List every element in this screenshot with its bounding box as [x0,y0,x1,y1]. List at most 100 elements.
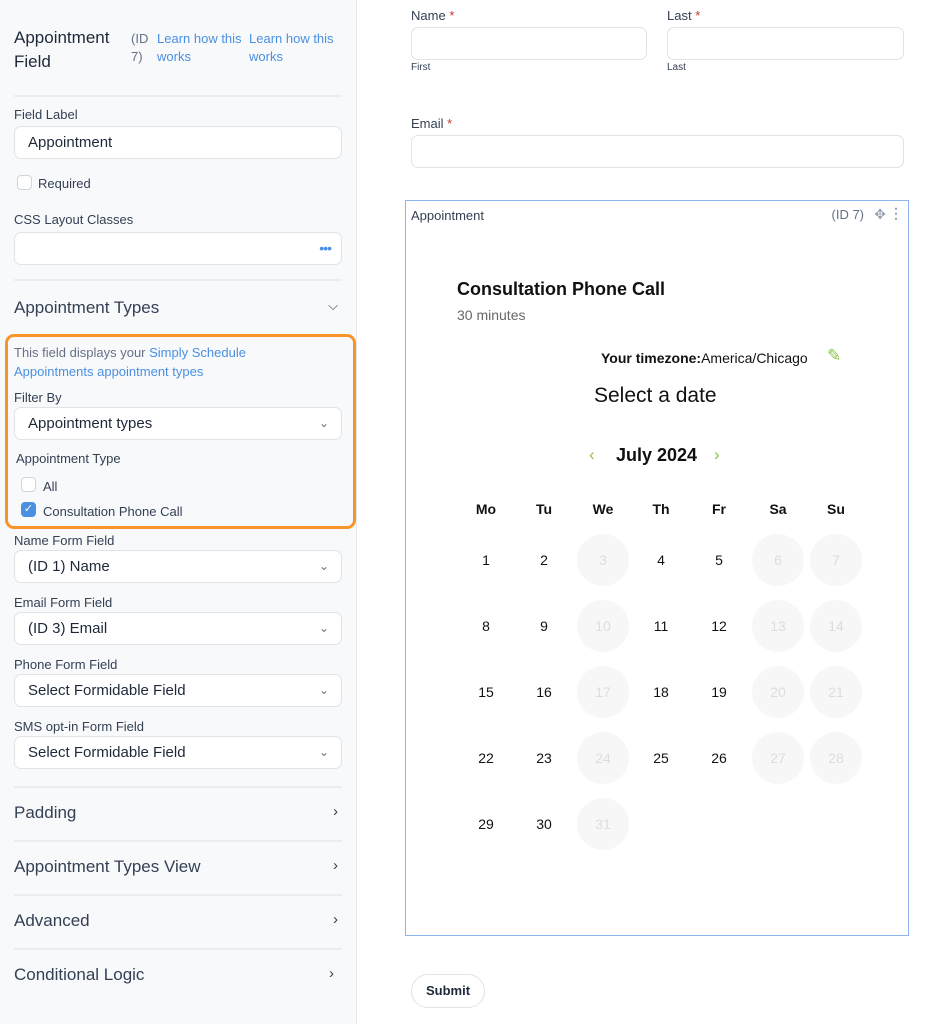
chevron-right-icon: › [329,965,334,982]
calendar-day[interactable]: 8 [460,600,512,652]
section-appointment-types-view[interactable]: Appointment Types View › [14,857,342,877]
divider [14,279,342,281]
calendar-day[interactable]: 22 [460,732,512,784]
consultation-checkbox[interactable]: ✓ [21,502,36,517]
first-sublabel: First [411,62,431,73]
section-conditional-logic[interactable]: Conditional Logic › [14,965,342,985]
email-form-field-select[interactable]: (ID 3) Email ⌄ [14,612,342,645]
appointment-label: Appointment [411,208,484,223]
month-label: July 2024 [616,445,698,465]
chevron-down-icon: ⌄ [318,416,329,430]
calendar-day[interactable]: 1 [460,534,512,586]
weekday-header: Mo [475,501,497,517]
chevron-down-icon: ⌄ [318,621,329,635]
chevron-right-icon: › [333,911,338,928]
field-title: Appointment Field [14,28,110,71]
calendar-day: 7 [810,534,862,586]
calendar-day: 13 [752,600,804,652]
all-checkbox[interactable] [21,477,36,492]
last-sublabel: Last [667,62,686,73]
calendar-day[interactable]: 16 [518,666,570,718]
name-form-field-label: Name Form Field [14,533,115,548]
calendar-day[interactable]: 15 [460,666,512,718]
calendar-day: 14 [810,600,862,652]
select-value: (ID 3) Email [28,620,108,637]
submit-button[interactable]: Submit [411,974,485,1008]
chevron-left-icon[interactable]: ‹ [589,445,595,465]
weekday-header: We [592,501,614,517]
divider [14,948,342,950]
move-icon[interactable]: ✥ [874,206,886,223]
appointment-types-intro: This field displays your Simply Schedule… [14,343,314,381]
calendar-day[interactable]: 23 [518,732,570,784]
calendar-day: 24 [577,732,629,784]
required-checkbox[interactable] [17,175,32,190]
last-name-input[interactable] [667,27,904,60]
chevron-down-icon: ⌵ [328,298,338,313]
weekday-header: Su [827,501,845,517]
service-title: Consultation Phone Call [457,279,666,299]
more-vertical-icon[interactable]: ⋮ [889,205,903,222]
consultation-label: Consultation Phone Call [43,504,183,519]
divider [14,95,342,97]
ellipsis-icon[interactable]: ••• [319,233,332,264]
email-input[interactable] [411,135,904,168]
section-padding[interactable]: Padding › [14,803,342,823]
css-classes-input[interactable]: ••• [14,232,342,265]
calendar-day: 6 [752,534,804,586]
name-form-field-select[interactable]: (ID 1) Name ⌄ [14,550,342,583]
filter-by-value: Appointment types [28,415,153,432]
css-classes-label: CSS Layout Classes [14,212,134,227]
chevron-right-icon: › [333,803,338,820]
calendar-day[interactable]: 26 [693,732,745,784]
calendar-day[interactable]: 11 [635,600,687,652]
appointment-type-label: Appointment Type [16,451,121,466]
section-appointment-types[interactable]: Appointment Types ⌵ [14,298,342,318]
section-title: Appointment Types View [14,857,201,876]
calendar-day: 20 [752,666,804,718]
section-title: Appointment Types [14,298,160,317]
calendar-day[interactable]: 9 [518,600,570,652]
sms-form-field-label: SMS opt-in Form Field [14,719,145,734]
calendar-day[interactable]: 30 [518,798,570,850]
section-advanced[interactable]: Advanced › [14,911,342,931]
section-title: Advanced [14,911,90,930]
field-label-input[interactable]: Appointment [14,126,342,159]
email-form-field-label: Email Form Field [14,595,113,610]
field-settings-sidebar: Appointment Field (ID 7) Learn how this … [0,0,357,1024]
filter-by-label: Filter By [14,390,62,405]
select-value: Select Formidable Field [28,682,186,699]
calendar-day[interactable]: 5 [693,534,745,586]
calendar-day[interactable]: 29 [460,798,512,850]
calendar-day[interactable]: 25 [635,732,687,784]
first-name-input[interactable] [411,27,647,60]
name-label: Name * [411,8,455,23]
weekday-header: Fr [712,501,726,517]
phone-form-field-label: Phone Form Field [14,657,118,672]
learn-link-1[interactable]: Learn how this works [157,30,249,74]
calendar-day: 17 [577,666,629,718]
section-title: Conditional Logic [14,965,145,984]
calendar-day[interactable]: 12 [693,600,745,652]
learn-link-2[interactable]: Learn how this works [249,30,341,74]
divider [14,786,342,788]
appointment-id: (ID 7) [831,207,865,222]
last-label: Last * [667,8,701,23]
filter-by-select[interactable]: Appointment types ⌄ [14,407,342,440]
required-label: Required [38,176,91,191]
calendar-day[interactable]: 2 [518,534,570,586]
field-title-row: Appointment Field (ID 7) Learn how this … [14,26,342,74]
appointment-field-box[interactable]: Appointment (ID 7) ✥ ⋮ Consultation Phon… [405,200,909,936]
calendar-day[interactable]: 18 [635,666,687,718]
calendar-day: 27 [752,732,804,784]
calendar-day[interactable]: 19 [693,666,745,718]
phone-form-field-select[interactable]: Select Formidable Field ⌄ [14,674,342,707]
field-label-label: Field Label [14,107,78,122]
section-title: Padding [14,803,77,822]
select-value: Select Formidable Field [28,744,186,761]
sms-form-field-select[interactable]: Select Formidable Field ⌄ [14,736,342,769]
edit-timezone-pencil-icon[interactable]: ✎ [827,346,841,366]
calendar-day[interactable]: 4 [635,534,687,586]
chevron-right-icon[interactable]: › [714,445,720,465]
calendar-day: 3 [577,534,629,586]
